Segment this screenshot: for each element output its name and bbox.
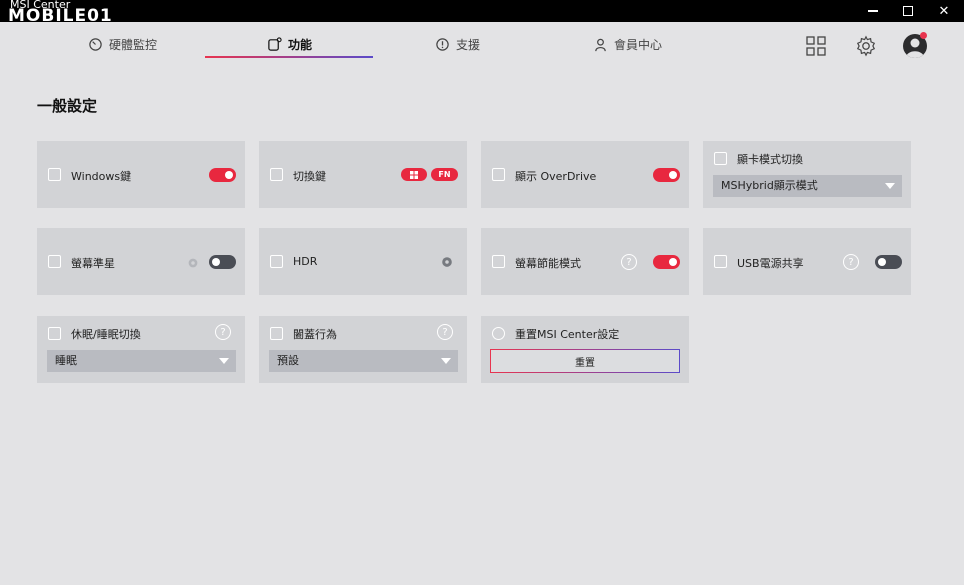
card-reset: 重置MSI Center設定 重置 [481, 316, 689, 383]
power-icon [714, 255, 727, 268]
card-label: 螢幕準星 [71, 257, 115, 270]
grid-view-icon[interactable] [804, 34, 828, 58]
gpu-mode-select[interactable]: MSHybrid顯示模式 [713, 175, 902, 197]
windows-icon [48, 168, 61, 181]
crosshair-toggle[interactable] [209, 255, 236, 269]
help-icon[interactable]: ? [621, 254, 637, 270]
close-button[interactable]: ✕ [929, 0, 959, 22]
tab-member-center[interactable]: 會員中心 [593, 30, 662, 58]
select-value: 預設 [277, 354, 299, 367]
usb-power-toggle[interactable] [875, 255, 902, 269]
sleep-select[interactable]: 睡眠 [47, 350, 236, 372]
card-windows-key: Windows鍵 [37, 141, 245, 208]
watermark-logo: MOBILE01 [8, 6, 113, 26]
crosshair-icon [48, 255, 61, 268]
card-label: Windows鍵 [71, 170, 132, 183]
select-value: 睡眠 [55, 354, 77, 367]
hdr-icon [270, 255, 283, 268]
minimize-button[interactable] [858, 0, 888, 22]
windows-key-option[interactable] [401, 168, 427, 181]
gpu-icon [714, 152, 727, 165]
chevron-down-icon [219, 358, 229, 364]
notification-dot [920, 32, 927, 39]
active-tab-indicator [205, 56, 373, 58]
card-label: 顯示 OverDrive [515, 170, 597, 183]
tab-support[interactable]: 支援 [435, 30, 480, 58]
select-value: MSHybrid顯示模式 [721, 179, 818, 192]
overdrive-toggle[interactable] [653, 168, 680, 182]
card-label: 螢幕節能模式 [515, 257, 581, 270]
tab-label: 會員中心 [614, 37, 663, 52]
tab-hardware-monitor[interactable]: 硬體監控 [88, 30, 157, 58]
tab-label: 功能 [288, 37, 313, 52]
maximize-button[interactable] [893, 0, 923, 22]
card-label: 顯卡模式切換 [737, 153, 803, 166]
card-label: USB電源共享 [737, 257, 804, 270]
help-icon[interactable]: ? [215, 324, 231, 340]
display-icon [492, 168, 505, 181]
eco-display-icon [492, 255, 505, 268]
help-icon[interactable]: ? [437, 324, 453, 340]
chevron-down-icon [885, 183, 895, 189]
card-eco-mode: 螢幕節能模式 ? [481, 228, 689, 295]
card-label: 闔蓋行為 [293, 328, 337, 341]
tab-label: 支援 [456, 37, 481, 52]
laptop-lid-icon [270, 327, 283, 340]
card-overdrive: 顯示 OverDrive [481, 141, 689, 208]
lid-select[interactable]: 預設 [269, 350, 458, 372]
card-lid: 闔蓋行為 ? 預設 [259, 316, 467, 383]
card-sleep: 休眠/睡眠切換 ? 睡眠 [37, 316, 245, 383]
section-title: 一般設定 [37, 97, 98, 115]
settings-gear-icon[interactable] [854, 34, 878, 58]
card-switch-key: 切換鍵 FN [259, 141, 467, 208]
card-hdr: HDR [259, 228, 467, 295]
chevron-down-icon [441, 358, 451, 364]
gear-icon[interactable] [440, 255, 454, 269]
reset-icon [492, 327, 505, 340]
gear-icon[interactable] [186, 256, 200, 270]
tab-features[interactable]: 功能 [267, 30, 312, 58]
tab-label: 硬體監控 [109, 37, 158, 52]
windows-key-toggle[interactable] [209, 168, 236, 182]
card-label: 休眠/睡眠切換 [71, 328, 141, 341]
title-bar: MSI Center MOBILE01 ✕ [0, 0, 964, 26]
sleep-icon [48, 327, 61, 340]
help-icon[interactable]: ? [843, 254, 859, 270]
fn-key-option[interactable]: FN [431, 168, 458, 181]
windows-logo-icon [410, 170, 418, 179]
support-icon [436, 37, 449, 51]
reset-button[interactable]: 重置 [490, 349, 680, 373]
windows-icon [270, 168, 283, 181]
gauge-icon [89, 37, 102, 51]
card-crosshair: 螢幕準星 [37, 228, 245, 295]
user-icon [595, 38, 606, 51]
feature-icon [268, 36, 282, 51]
card-usb-power: USB電源共享 ? [703, 228, 911, 295]
card-label: HDR [293, 255, 318, 268]
eco-mode-toggle[interactable] [653, 255, 680, 269]
card-gpu-mode: 顯卡模式切換 MSHybrid顯示模式 [703, 141, 911, 208]
card-label: 切換鍵 [293, 170, 326, 183]
card-label: 重置MSI Center設定 [515, 328, 620, 341]
